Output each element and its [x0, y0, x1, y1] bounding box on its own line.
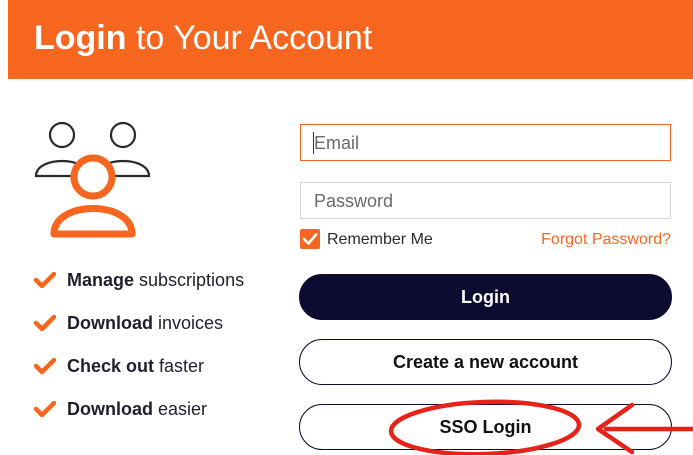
users-icon	[34, 121, 151, 238]
check-icon	[34, 315, 56, 331]
forgot-password-link[interactable]: Forgot Password?	[541, 231, 671, 249]
remember-me: Remember Me	[300, 229, 500, 251]
feature-text: subscriptions	[134, 270, 245, 290]
check-icon	[34, 358, 56, 374]
sso-login-button[interactable]: SSO Login	[299, 404, 672, 450]
check-icon	[34, 401, 56, 417]
check-icon	[34, 272, 56, 288]
page-title-rest: to Your Account	[126, 19, 373, 57]
feature-bold: Check out	[67, 356, 155, 376]
password-placeholder: Password	[314, 191, 394, 211]
feature-bold: Download	[67, 399, 153, 419]
page-title-bold: Login	[34, 19, 127, 57]
email-field[interactable]: Email	[300, 124, 671, 161]
feature-item: Check out faster	[34, 354, 294, 378]
feature-text: invoices	[153, 313, 224, 333]
feature-text: faster	[154, 356, 205, 376]
password-field[interactable]: Password	[300, 182, 671, 219]
feature-item: Download invoices	[34, 311, 294, 335]
feature-bold: Download	[67, 313, 153, 333]
feature-bold: Manage	[67, 270, 135, 290]
header-bar: Login to Your Account	[8, 0, 693, 79]
email-placeholder: Email	[314, 133, 360, 153]
feature-item: Manage subscriptions	[34, 268, 294, 292]
page-title: Login to Your Account	[34, 19, 372, 58]
feature-item: Download easier	[34, 397, 294, 421]
checkmark-icon	[302, 233, 318, 245]
feature-text: easier	[153, 399, 208, 419]
remember-me-checkbox[interactable]	[300, 229, 320, 249]
create-account-button[interactable]: Create a new account	[299, 339, 672, 385]
login-button[interactable]: Login	[299, 274, 672, 320]
remember-me-label: Remember Me	[327, 231, 433, 248]
